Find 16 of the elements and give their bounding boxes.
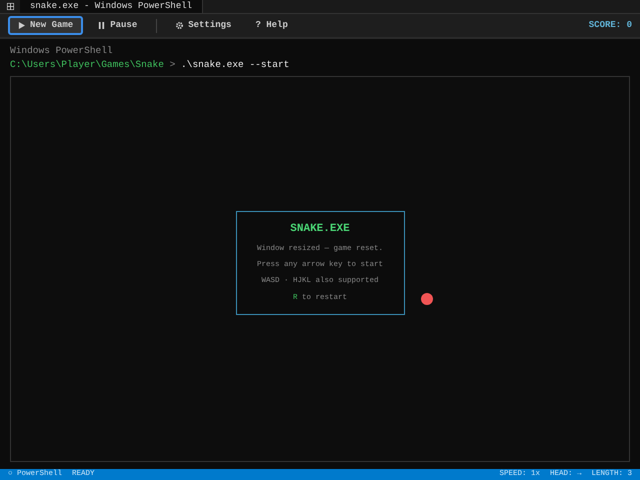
toolbar-button[interactable]: Pause (89, 16, 146, 34)
play-icon (18, 22, 25, 29)
score-label: SCORE: 0 (588, 18, 632, 32)
dialog-title: SNAKE.EXE (289, 222, 351, 238)
window-menu-icon[interactable] (6, 3, 14, 10)
food-dot (421, 293, 433, 305)
command-text: .\snake.exe --start (181, 59, 290, 70)
prompt-path: C:\Users\Player\Games\Snake (10, 59, 164, 70)
prompt-sign: > (170, 59, 176, 70)
pause-icon (98, 22, 106, 29)
toolbar-button[interactable]: Settings (167, 16, 240, 34)
window-tab[interactable]: snake.exe - Windows PowerShell (20, 0, 204, 13)
gear-icon (176, 22, 184, 29)
toolbar-button[interactable]: ? Help (246, 16, 297, 34)
toolbar-button[interactable]: New Game (8, 16, 84, 36)
terminal-banner-text: Windows PowerShell (10, 45, 113, 56)
